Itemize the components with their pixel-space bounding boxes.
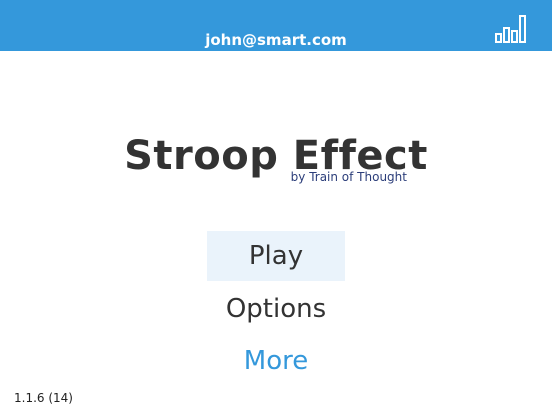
play-button[interactable]: Play: [207, 231, 345, 281]
user-email: john@smart.com: [205, 31, 347, 49]
stats-button[interactable]: [494, 12, 528, 44]
version-label: 1.1.6 (14): [14, 391, 73, 405]
more-button[interactable]: More: [207, 336, 345, 386]
app-subtitle: by Train of Thought: [290, 170, 407, 184]
app-title: Stroop Effect: [124, 133, 428, 179]
top-bar: john@smart.com: [0, 0, 552, 51]
title-block: Stroop Effect by Train of Thought: [0, 132, 552, 192]
bar-chart-icon: [495, 15, 526, 43]
options-button[interactable]: Options: [207, 284, 345, 334]
